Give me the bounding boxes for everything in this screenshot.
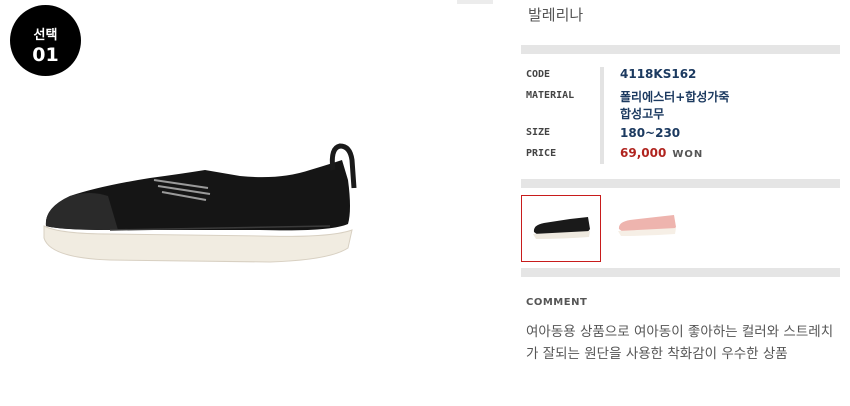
price-unit: WON [672,149,704,160]
shoe-sole [43,225,353,263]
material-value-1: 폴리에스터+합성가죽 [620,90,730,104]
material-value-2: 합성고무 [620,107,665,121]
divider-bar-bottom [521,268,840,277]
code-value: 4118KS162 [620,67,697,81]
size-value: 180~230 [620,126,681,140]
thumbnail-pink[interactable] [608,195,686,260]
price-label: PRICE [526,148,557,159]
product-shoe-image [43,143,357,263]
price-value: 69,000 [620,146,667,160]
material-label: MATERIAL [526,90,575,101]
comment-text: 여아동용 상품으로 여아동이 좋아하는 컬러와 스트레치가 잘되는 원단을 사용… [526,324,834,362]
thumbnail-pink-image [618,215,676,236]
thumbnail-black[interactable] [521,195,601,262]
comment-title: COMMENT [526,297,588,308]
product-name: 발레리나 [528,6,584,24]
shoe-toecap [45,193,118,230]
selection-badge: 선택 01 [10,5,81,76]
spec-separator [600,67,604,164]
top-divider [457,0,493,4]
code-label: CODE [526,69,551,80]
badge-label: 선택 [33,28,58,43]
price: 69,000 WON [620,146,703,160]
badge-number: 01 [32,44,59,66]
thumbnail-black-image [533,217,590,239]
divider-bar-middle [521,179,840,188]
size-label: SIZE [526,127,551,138]
divider-bar-top [521,45,840,54]
